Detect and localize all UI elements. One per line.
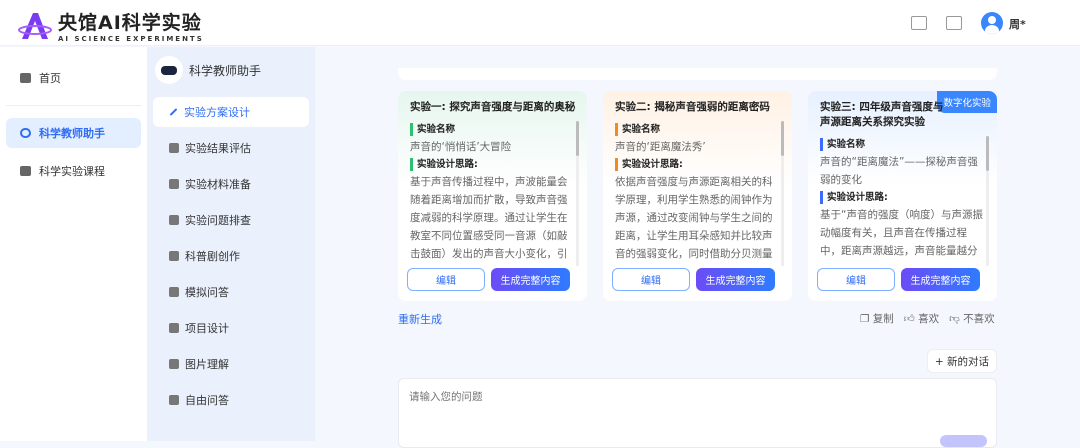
edit-button[interactable]: 编辑 (407, 268, 485, 291)
thumbs-up-icon: 👍︎ (903, 313, 919, 325)
avatar[interactable] (981, 12, 1003, 34)
design-idea: 基于“声音的强度（响度）与声源振动幅度有关，且声音在传播过程中，距离声源越远，声… (820, 209, 983, 257)
card-title: 实验一: 探究声音强度与距离的奥秘 (410, 101, 576, 113)
image-icon (169, 359, 179, 369)
message-actions: ❐ 复制 👍︎ 喜欢 👎︎ 不喜欢 (860, 311, 995, 326)
chat-icon (169, 395, 179, 405)
card-body: 实验名称 声音的‘距离魔法秀’ 实验设计思路: 依据声音强度与声源距离相关的科学… (615, 121, 778, 266)
experiment-name: 声音的‘距离魔法秀’ (615, 141, 706, 153)
tool-item-label: 实验结果评估 (185, 142, 251, 155)
card-title: 实验二: 揭秘声音强弱的距离密码 (615, 101, 770, 113)
send-button[interactable] (940, 435, 987, 447)
monitor-icon (20, 166, 31, 176)
project-icon (169, 323, 179, 333)
card-body: 实验名称 声音的“距离魔法”——探秘声音强弱的变化 实验设计思路: 基于“声音的… (820, 136, 983, 266)
edit-note-icon[interactable] (911, 16, 927, 30)
experiment-card: 实验一: 探究声音强度与距离的奥秘 实验名称 声音的‘悄悄话’大冒险 实验设计思… (398, 91, 587, 301)
tool-item-label: 实验材料准备 (185, 178, 251, 191)
tool-item[interactable]: 模拟问答 (153, 277, 309, 307)
video-icon (169, 251, 179, 261)
robot-avatar-icon (155, 56, 183, 84)
dislike-button[interactable]: 👎︎ 不喜欢 (949, 311, 995, 326)
like-label: 喜欢 (918, 313, 940, 325)
question-icon (169, 287, 179, 297)
app-subtitle: AI SCIENCE EXPERIMENTS (58, 35, 204, 43)
user-name[interactable]: 周* (1009, 16, 1026, 32)
sidebar-item-label: 科学教师助手 (39, 127, 105, 140)
experiment-card: 数字化实验 实验三: 四年级声音强度与声源距离关系探究实验 实验名称 声音的“距… (808, 91, 997, 301)
tool-item[interactable]: 实验方案设计 (153, 97, 309, 127)
thumbs-down-icon: 👎︎ (949, 313, 964, 325)
section-label: 实验设计思路: (410, 158, 573, 171)
divider (6, 105, 141, 106)
pen-icon (169, 108, 178, 116)
box-icon (169, 179, 179, 189)
home-icon (20, 73, 31, 83)
sidebar-item-courses[interactable]: 科学实验课程 (6, 156, 141, 186)
edit-button[interactable]: 编辑 (612, 268, 690, 291)
edit-button[interactable]: 编辑 (817, 268, 895, 291)
assistant-sidebar: 科学教师助手 实验方案设计 实验结果评估 实验材料准备 实验问题排查 科普剧创作… (147, 47, 315, 441)
experiment-name: 声音的“距离魔法”——探秘声音强弱的变化 (820, 156, 978, 186)
copy-label: 复制 (872, 313, 894, 325)
tool-item-label: 自由问答 (185, 394, 229, 407)
evaluate-icon (169, 143, 179, 153)
generate-button[interactable]: 生成完整内容 (491, 268, 570, 291)
new-chat-button[interactable]: + 新的对话 (927, 349, 997, 373)
search-icon (169, 215, 179, 225)
generate-button[interactable]: 生成完整内容 (696, 268, 775, 291)
tool-item-label: 实验问题排查 (185, 214, 251, 227)
tool-item-label: 模拟问答 (185, 286, 229, 299)
tool-item[interactable]: 自由问答 (153, 385, 309, 415)
scrollbar[interactable] (781, 121, 784, 266)
tool-item[interactable]: 实验材料准备 (153, 169, 309, 199)
section-label: 实验设计思路: (820, 191, 983, 204)
regenerate-link[interactable]: 重新生成 (398, 311, 442, 327)
section-label: 实验名称 (615, 123, 778, 136)
design-idea: 依据声音强度与声源距离相关的科学原理，利用学生熟悉的闹钟作为声源，通过改变闹钟与… (615, 176, 773, 260)
tool-item[interactable]: 图片理解 (153, 349, 309, 379)
section-label: 实验名称 (820, 138, 983, 151)
robot-icon (20, 128, 31, 138)
sidebar-item-label: 科学实验课程 (39, 165, 105, 178)
main-sidebar: 首页 科学教师助手 科学实验课程 (0, 47, 147, 441)
question-input[interactable] (398, 378, 997, 448)
message-top (398, 68, 997, 80)
section-label: 实验设计思路: (615, 158, 778, 171)
sidebar-item-label: 首页 (39, 72, 61, 85)
tool-item[interactable]: 实验结果评估 (153, 133, 309, 163)
section-label: 实验名称 (410, 123, 573, 136)
tool-item[interactable]: 项目设计 (153, 313, 309, 343)
mail-icon[interactable] (946, 16, 962, 30)
tool-item-label: 实验方案设计 (184, 106, 250, 119)
scrollbar[interactable] (986, 136, 989, 266)
app-title: 央馆AI科学实验 (58, 12, 202, 34)
tool-item[interactable]: 科普剧创作 (153, 241, 309, 271)
assistant-title: 科学教师助手 (189, 64, 262, 78)
logo-icon (18, 12, 52, 39)
tool-item-label: 图片理解 (185, 358, 229, 371)
sidebar-item-teacher-assistant[interactable]: 科学教师助手 (6, 118, 141, 148)
like-button[interactable]: 👍︎ 喜欢 (904, 311, 939, 326)
card-title: 实验三: 四年级声音强度与声源距离关系探究实验 (820, 101, 944, 128)
sidebar-item-home[interactable]: 首页 (6, 63, 141, 93)
experiment-name: 声音的‘悄悄话’大冒险 (410, 141, 512, 153)
generate-button[interactable]: 生成完整内容 (901, 268, 980, 291)
card-body: 实验名称 声音的‘悄悄话’大冒险 实验设计思路: 基于声音传播过程中，声波能量会… (410, 121, 573, 266)
tool-item-label: 科普剧创作 (185, 250, 240, 263)
tool-item-label: 项目设计 (185, 322, 229, 335)
design-idea: 基于声音传播过程中，声波能量会随着距离增加而扩散，导致声音强度减弱的科学原理。通… (410, 176, 568, 260)
scrollbar[interactable] (576, 121, 579, 266)
tool-item[interactable]: 实验问题排查 (153, 205, 309, 235)
header: 央馆AI科学实验 AI SCIENCE EXPERIMENTS 周* (0, 0, 1080, 46)
experiment-card: 实验二: 揭秘声音强弱的距离密码 实验名称 声音的‘距离魔法秀’ 实验设计思路:… (603, 91, 792, 301)
logo[interactable]: 央馆AI科学实验 AI SCIENCE EXPERIMENTS (18, 8, 204, 43)
dislike-label: 不喜欢 (963, 313, 995, 325)
copy-button[interactable]: ❐ 复制 (860, 311, 894, 326)
copy-icon: ❐ (860, 313, 873, 325)
